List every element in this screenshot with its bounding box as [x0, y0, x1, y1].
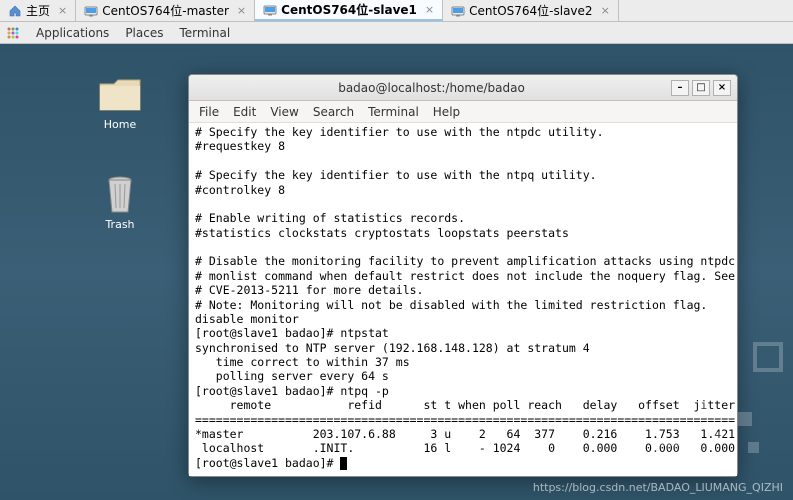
menu-edit[interactable]: Edit [233, 105, 256, 119]
trash-icon [96, 174, 144, 214]
menu-places[interactable]: Places [125, 26, 163, 40]
tab-label: CentOS764位-slave1 [281, 1, 417, 18]
tab-master[interactable]: CentOS764位-master × [76, 0, 255, 21]
folder-icon [96, 74, 144, 114]
desktop-icon-home[interactable]: Home [80, 74, 160, 131]
tab-home[interactable]: 主页 × [0, 0, 76, 21]
tab-slave2[interactable]: CentOS764位-slave2 × [443, 0, 619, 21]
menu-terminal[interactable]: Terminal [179, 26, 230, 40]
vm-icon [263, 3, 277, 17]
window-titlebar[interactable]: badao@localhost:/home/badao – □ × [189, 75, 737, 101]
vm-tab-bar: 主页 × CentOS764位-master × CentOS764位-slav… [0, 0, 793, 22]
menu-terminal[interactable]: Terminal [368, 105, 419, 119]
tab-label: CentOS764位-slave2 [469, 2, 592, 19]
close-icon[interactable]: × [601, 4, 610, 17]
menu-applications[interactable]: Applications [36, 26, 109, 40]
close-icon[interactable]: × [58, 4, 67, 17]
window-title: badao@localhost:/home/badao [195, 81, 668, 95]
close-icon[interactable]: × [425, 3, 434, 16]
tab-label: 主页 [26, 2, 50, 19]
icon-label: Trash [80, 218, 160, 231]
menu-search[interactable]: Search [313, 105, 354, 119]
menu-view[interactable]: View [270, 105, 298, 119]
tab-slave1[interactable]: CentOS764位-slave1 × [255, 0, 443, 21]
menu-help[interactable]: Help [433, 105, 460, 119]
minimize-button[interactable]: – [671, 80, 689, 96]
qr-watermark [653, 342, 783, 472]
close-icon[interactable]: × [237, 4, 246, 17]
icon-label: Home [80, 118, 160, 131]
vm-icon [84, 4, 98, 18]
terminal-menu-bar: File Edit View Search Terminal Help [189, 101, 737, 123]
tab-label: CentOS764位-master [102, 2, 229, 19]
watermark-text: https://blog.csdn.net/BADAO_LIUMANG_QIZH… [533, 481, 783, 494]
activities-icon[interactable] [6, 26, 20, 40]
desktop-icon-trash[interactable]: Trash [80, 174, 160, 231]
close-button[interactable]: × [713, 80, 731, 96]
menu-file[interactable]: File [199, 105, 219, 119]
desktop[interactable]: Home Trash badao@localhost:/home/badao –… [0, 44, 793, 500]
home-icon [8, 4, 22, 18]
terminal-cursor [340, 457, 347, 470]
vm-icon [451, 4, 465, 18]
maximize-button[interactable]: □ [692, 80, 710, 96]
gnome-menu-bar: Applications Places Terminal [0, 22, 793, 44]
